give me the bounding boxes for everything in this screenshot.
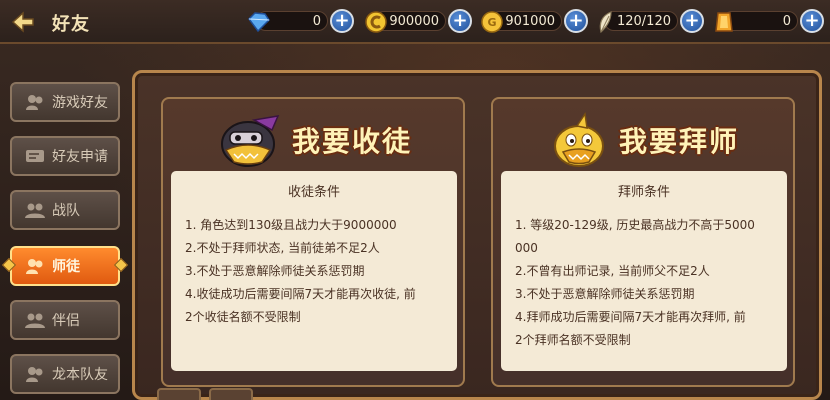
page-title: 好友 (52, 14, 90, 35)
condition-line: 000 (515, 241, 538, 255)
currency-stamina-value: 120/120 (616, 13, 671, 29)
condition-line: 2.不处于拜师状态, 当前徒弟不足2人 (185, 241, 380, 255)
friends-icon (24, 91, 46, 113)
mentor-icon (24, 255, 46, 277)
nav-item-label: 好友申请 (52, 149, 108, 165)
nav-item-friend-requests[interactable]: 好友申请 (10, 136, 120, 176)
currency-diamond-value: 0 (312, 13, 321, 29)
find-master-title: 我要拜师 (618, 125, 739, 158)
partner-icon (24, 309, 46, 331)
currency-gold-value: 901000 (505, 13, 555, 29)
nav-item-partner[interactable]: 伴侣 (10, 300, 120, 340)
currency-diamond: 0 + (248, 8, 354, 34)
add-gold-button[interactable]: + (564, 9, 588, 33)
request-icon (24, 145, 46, 167)
nav-item-team[interactable]: 战队 (10, 190, 120, 230)
condition-line: 2个收徒名额不受限制 (185, 310, 301, 324)
top-bar: 好友 0 + 900000 + G 901000 + 120/120 + 0 + (0, 0, 830, 44)
nav-item-label: 游戏好友 (52, 95, 108, 111)
bottom-tab[interactable] (209, 388, 253, 400)
nav-item-label: 伴侣 (52, 313, 80, 329)
nav-item-game-friends[interactable]: 游戏好友 (10, 82, 120, 122)
apprentice-conditions-title: 收徒条件 (287, 185, 340, 200)
currency-token: 0 + (715, 8, 824, 34)
add-diamond-button[interactable]: + (330, 9, 354, 33)
master-conditions-title: 拜师条件 (617, 185, 670, 200)
gold-coin-icon: G (479, 9, 505, 35)
apprentice-conditions: 收徒条件 1. 角色达到130级且战力大于9000000 2.不处于拜师状态, … (171, 171, 457, 371)
coupon-icon (363, 9, 389, 35)
feather-icon (593, 9, 619, 35)
main-panel: 我要收徒 收徒条件 1. 角色达到130级且战力大于9000000 2.不处于拜… (132, 70, 822, 400)
condition-line: 2.不曾有出师记录, 当前师父不足2人 (515, 264, 710, 278)
condition-line: 3.不处于恶意解除师徒关系惩罚期 (515, 287, 695, 301)
masked-bird-icon (220, 115, 280, 167)
take-apprentice-card[interactable]: 我要收徒 收徒条件 1. 角色达到130级且战力大于9000000 2.不处于拜… (161, 97, 465, 387)
yellow-bird-icon (553, 111, 604, 167)
currency-token-value: 0 (782, 13, 791, 29)
condition-line: 4.收徒成功后需要间隔7天才能再次收徒, 前 (185, 287, 416, 301)
take-apprentice-title: 我要收徒 (291, 125, 412, 158)
currency-coupon-value: 900000 (389, 13, 439, 29)
currency-token-pill: 0 (715, 11, 798, 32)
add-stamina-button[interactable]: + (680, 9, 704, 33)
back-arrow-icon (11, 11, 34, 33)
team-icon (24, 199, 46, 221)
currency-coupon: 900000 + (365, 8, 472, 34)
diamond-icon (245, 9, 271, 35)
master-conditions: 拜师条件 1. 等级20-129级, 历史最高战力不高于5000 000 2.不… (501, 171, 787, 371)
take-apprentice-header: 我要收徒 (163, 105, 463, 175)
nav-item-mentor[interactable]: 师徒 (10, 246, 120, 286)
nav-item-label: 战队 (52, 203, 80, 219)
back-button[interactable] (8, 8, 38, 36)
add-coupon-button[interactable]: + (448, 9, 472, 33)
condition-line: 3.不处于恶意解除师徒关系惩罚期 (185, 264, 365, 278)
currency-diamond-pill: 0 (248, 11, 328, 33)
find-master-card[interactable]: 我要拜师 拜师条件 1. 等级20-129级, 历史最高战力不高于5000 00… (491, 97, 795, 387)
condition-line: 1. 等级20-129级, 历史最高战力不高于5000 (515, 218, 755, 232)
find-master-header: 我要拜师 (493, 105, 793, 175)
gold-bar-icon (711, 9, 737, 35)
bottom-tab[interactable] (157, 388, 201, 400)
add-token-button[interactable]: + (800, 9, 824, 33)
nav-item-label: 龙本队友 (52, 367, 108, 383)
currency-coupon-pill: 900000 (365, 11, 446, 33)
currency-gold-pill: G 901000 (481, 11, 562, 33)
currency-stamina: 120/120 + (599, 8, 704, 34)
nav-item-label: 师徒 (52, 259, 80, 275)
currency-stamina-pill: 120/120 (599, 11, 678, 34)
dragon-team-icon (24, 363, 46, 385)
condition-line: 1. 角色达到130级且战力大于9000000 (185, 218, 397, 232)
svg-text:G: G (487, 16, 496, 29)
currency-gold: G 901000 + (481, 8, 588, 34)
condition-line: 2个拜师名额不受限制 (515, 333, 631, 347)
nav-item-dragon-team[interactable]: 龙本队友 (10, 354, 120, 394)
condition-line: 4.拜师成功后需要间隔7天才能再次拜师, 前 (515, 310, 746, 324)
